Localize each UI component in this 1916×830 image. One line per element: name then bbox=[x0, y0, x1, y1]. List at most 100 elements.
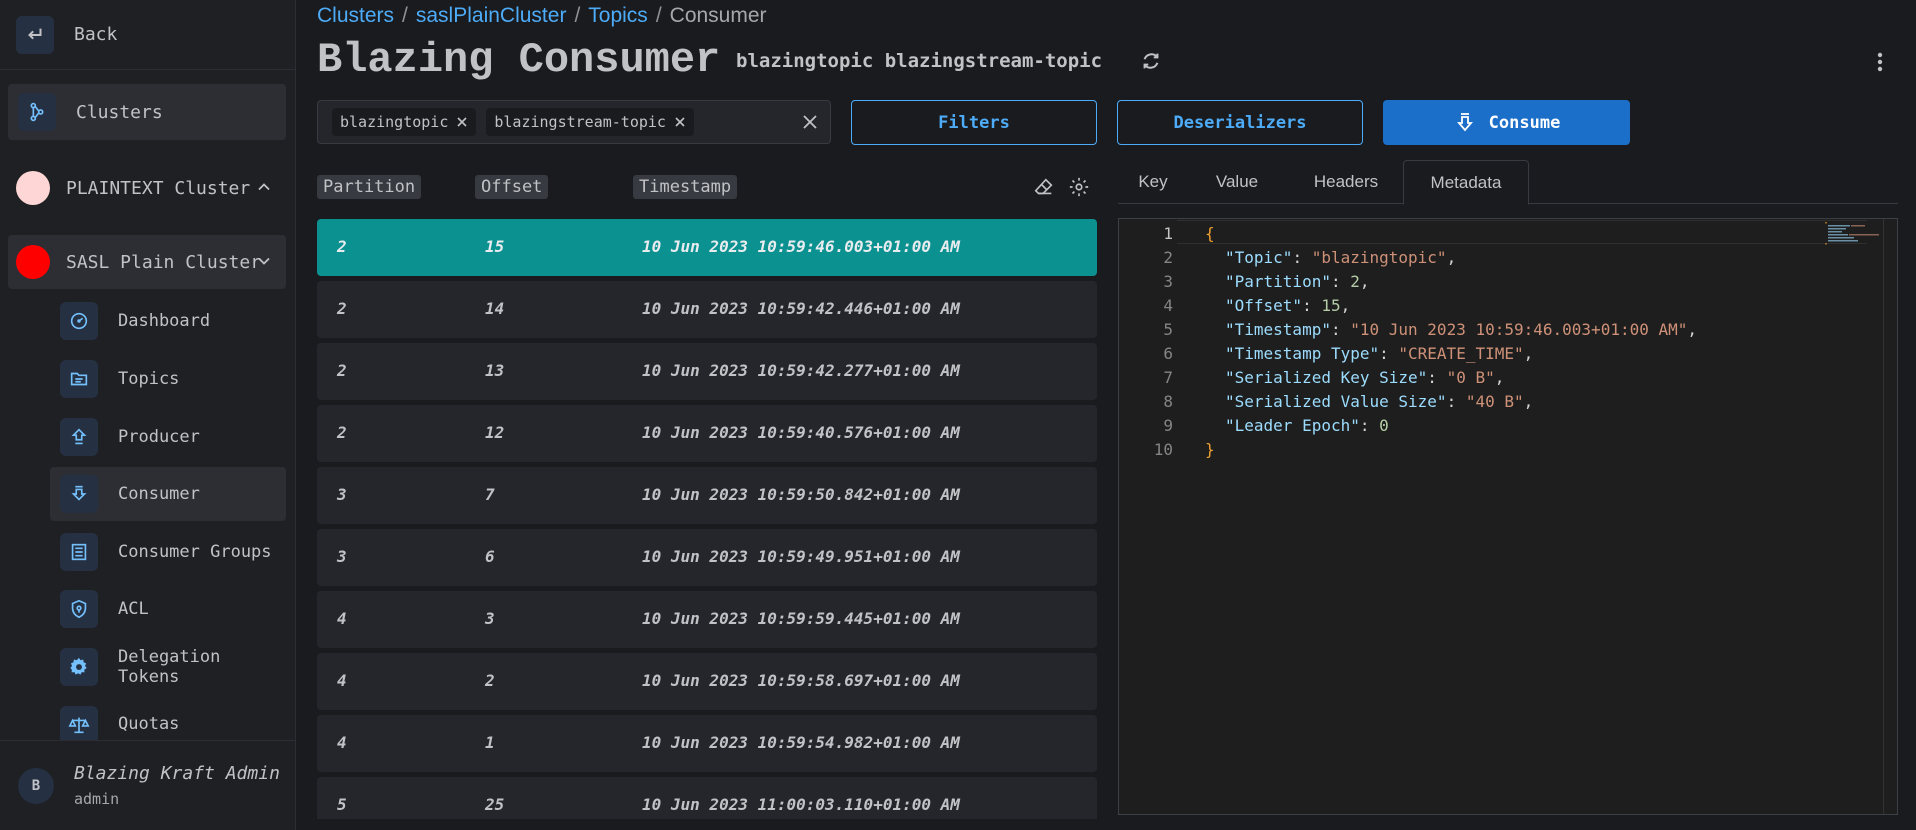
breadcrumb-clusters[interactable]: Clusters bbox=[317, 4, 394, 28]
line-number: 7 bbox=[1163, 367, 1173, 387]
cell-timestamp: 10 Jun 2023 10:59:59.445+01:00 AM bbox=[642, 609, 960, 628]
download-icon bbox=[60, 475, 98, 513]
deserializers-button[interactable]: Deserializers bbox=[1117, 100, 1363, 145]
cell-partition: 3 bbox=[337, 547, 347, 566]
code-content: "Leader Epoch": 0 bbox=[1225, 415, 1389, 435]
sidebar-item-delegation-tokens[interactable]: Delegation Tokens bbox=[50, 640, 286, 694]
cell-timestamp: 10 Jun 2023 10:59:42.446+01:00 AM bbox=[642, 299, 960, 318]
cell-offset: 14 bbox=[485, 299, 505, 318]
clear-all-icon[interactable] bbox=[802, 114, 818, 130]
table-row[interactable]: 3 7 10 Jun 2023 10:59:50.842+01:00 AM bbox=[317, 467, 1097, 524]
table-row[interactable]: 4 3 10 Jun 2023 10:59:59.445+01:00 AM bbox=[317, 591, 1097, 648]
tab-headers[interactable]: Headers bbox=[1286, 160, 1406, 204]
cluster-plaintext[interactable]: PLAINTEXT Cluster bbox=[8, 161, 286, 215]
cell-timestamp: 10 Jun 2023 10:59:50.842+01:00 AM bbox=[642, 485, 960, 504]
cell-partition: 4 bbox=[337, 609, 347, 628]
cell-timestamp: 10 Jun 2023 10:59:40.576+01:00 AM bbox=[642, 423, 960, 442]
table-row[interactable]: 2 15 10 Jun 2023 10:59:46.003+01:00 AM bbox=[317, 219, 1097, 276]
table-row[interactable]: 3 6 10 Jun 2023 10:59:49.951+01:00 AM bbox=[317, 529, 1097, 586]
table-row[interactable]: 2 13 10 Jun 2023 10:59:42.277+01:00 AM bbox=[317, 343, 1097, 400]
table-row[interactable]: 4 1 10 Jun 2023 10:59:54.982+01:00 AM bbox=[317, 715, 1097, 772]
breadcrumb-cluster[interactable]: saslPlainCluster bbox=[416, 4, 567, 28]
more-options-icon[interactable] bbox=[1870, 50, 1890, 74]
column-header-offset[interactable]: Offset bbox=[475, 175, 549, 199]
tab-value[interactable]: Value bbox=[1188, 160, 1286, 204]
metadata-json-editor[interactable]: 1 { 2 "Topic": "blazingtopic", 3 "Partit… bbox=[1118, 218, 1898, 815]
code-line: 4 "Offset": 15, bbox=[1119, 293, 1879, 317]
sidebar-item-acl[interactable]: ACL bbox=[50, 582, 286, 636]
sidebar-item-topics[interactable]: Topics bbox=[50, 352, 286, 406]
settings-icon[interactable] bbox=[1068, 176, 1090, 198]
sidebar-item-clusters[interactable]: Clusters bbox=[8, 84, 286, 140]
chevron-up-icon[interactable] bbox=[254, 177, 274, 197]
code-line: 8 "Serialized Value Size": "40 B", bbox=[1119, 389, 1879, 413]
line-number: 1 bbox=[1163, 223, 1173, 243]
table-row[interactable]: 2 12 10 Jun 2023 10:59:40.576+01:00 AM bbox=[317, 405, 1097, 462]
sidebar-item-quotas[interactable]: Quotas bbox=[50, 698, 286, 740]
cell-timestamp: 10 Jun 2023 11:00:03.110+01:00 AM bbox=[642, 795, 960, 814]
cell-partition: 4 bbox=[337, 733, 347, 752]
line-number: 9 bbox=[1163, 415, 1173, 435]
sidebar-item-consumer-groups[interactable]: Consumer Groups bbox=[50, 525, 286, 579]
download-icon bbox=[1456, 112, 1473, 131]
chevron-down-icon[interactable] bbox=[254, 251, 274, 271]
code-content: "Topic": "blazingtopic", bbox=[1225, 247, 1457, 267]
selected-topics-text: blazingtopic blazingstream-topic bbox=[736, 50, 1103, 72]
tab-key[interactable]: Key bbox=[1118, 160, 1188, 204]
cell-offset: 13 bbox=[485, 361, 505, 380]
breadcrumb-separator: / bbox=[402, 4, 408, 27]
clusters-label: Clusters bbox=[76, 101, 163, 123]
tab-metadata[interactable]: Metadata bbox=[1403, 160, 1529, 205]
code-line: 6 "Timestamp Type": "CREATE_TIME", bbox=[1119, 341, 1879, 365]
line-number: 10 bbox=[1153, 439, 1173, 459]
back-button[interactable]: Back bbox=[0, 0, 296, 70]
column-header-timestamp[interactable]: Timestamp bbox=[633, 175, 738, 199]
line-number: 2 bbox=[1163, 247, 1173, 267]
code-line: 7 "Serialized Key Size": "0 B", bbox=[1119, 365, 1879, 389]
sidebar-item-producer[interactable]: Producer bbox=[50, 410, 286, 464]
sidebar-item-dashboard[interactable]: Dashboard bbox=[50, 294, 286, 348]
sidebar-item-label: Consumer bbox=[118, 484, 200, 504]
upload-icon bbox=[60, 418, 98, 456]
cell-timestamp: 10 Jun 2023 10:59:49.951+01:00 AM bbox=[642, 547, 960, 566]
code-brace: { bbox=[1205, 223, 1215, 243]
filters-button[interactable]: Filters bbox=[851, 100, 1097, 145]
cell-offset: 25 bbox=[485, 795, 505, 814]
cell-offset: 6 bbox=[485, 547, 495, 566]
code-line: 2 "Topic": "blazingtopic", bbox=[1119, 245, 1879, 269]
refresh-icon[interactable] bbox=[1140, 50, 1162, 72]
line-number: 4 bbox=[1163, 295, 1173, 315]
table-row[interactable]: 2 14 10 Jun 2023 10:59:42.446+01:00 AM bbox=[317, 281, 1097, 338]
cell-timestamp: 10 Jun 2023 10:59:54.982+01:00 AM bbox=[642, 733, 960, 752]
cluster-name: SASL Plain Cluster bbox=[66, 251, 262, 273]
cluster-color-dot bbox=[16, 245, 50, 279]
table-row[interactable]: 4 2 10 Jun 2023 10:59:58.697+01:00 AM bbox=[317, 653, 1097, 710]
gear-icon bbox=[60, 648, 98, 686]
user-name: Blazing Kraft Admin bbox=[74, 763, 280, 784]
cell-offset: 12 bbox=[485, 423, 505, 442]
back-label: Back bbox=[74, 24, 118, 45]
editor-scrollbar[interactable] bbox=[1883, 219, 1897, 814]
cluster-sasl-plain[interactable]: SASL Plain Cluster bbox=[8, 235, 286, 289]
topic-chip-label: blazingtopic bbox=[340, 113, 449, 131]
remove-chip-icon[interactable] bbox=[456, 116, 468, 128]
cell-partition: 2 bbox=[337, 361, 347, 380]
cluster-name: PLAINTEXT Cluster bbox=[66, 177, 251, 199]
eraser-icon[interactable] bbox=[1033, 176, 1055, 198]
topic-chip: blazingstream-topic bbox=[486, 108, 694, 136]
remove-chip-icon[interactable] bbox=[674, 116, 686, 128]
cell-timestamp: 10 Jun 2023 10:59:46.003+01:00 AM bbox=[642, 237, 960, 256]
sidebar-item-consumer[interactable]: Consumer bbox=[50, 467, 286, 521]
user-profile[interactable]: B Blazing Kraft Admin admin bbox=[0, 740, 296, 830]
table-row[interactable]: 5 25 10 Jun 2023 11:00:03.110+01:00 AM bbox=[317, 777, 1097, 819]
column-header-partition[interactable]: Partition bbox=[317, 175, 422, 199]
topic-multiselect[interactable]: blazingtopic blazingstream-topic bbox=[317, 100, 831, 144]
line-number: 8 bbox=[1163, 391, 1173, 411]
consume-button[interactable]: Consume bbox=[1383, 100, 1630, 145]
detail-tabs: Key Value Headers Metadata bbox=[1118, 160, 1898, 205]
breadcrumb-topics[interactable]: Topics bbox=[588, 4, 648, 28]
sidebar-item-label: Delegation Tokens bbox=[118, 647, 221, 687]
code-line: 3 "Partition": 2, bbox=[1119, 269, 1879, 293]
code-content: "Offset": 15, bbox=[1225, 295, 1351, 315]
code-content: "Timestamp Type": "CREATE_TIME", bbox=[1225, 343, 1534, 363]
